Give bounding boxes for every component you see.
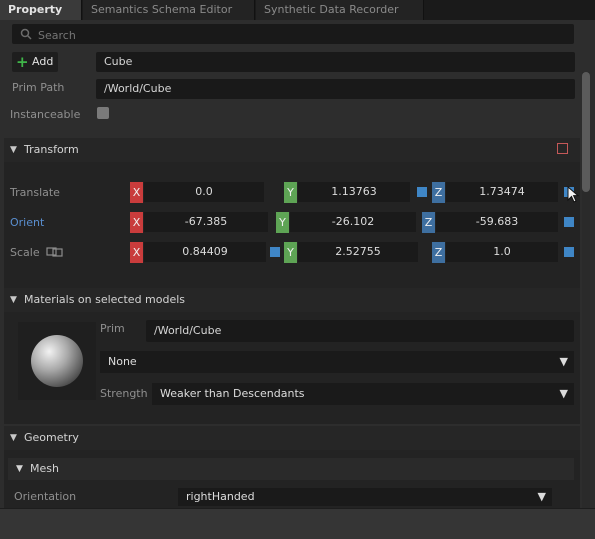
- geometry-section-header[interactable]: ▼ Geometry: [4, 426, 580, 450]
- prim-name-field[interactable]: Cube: [96, 52, 575, 72]
- scale-x-field[interactable]: 0.84409: [144, 242, 266, 262]
- plus-icon: +: [16, 53, 29, 71]
- dropdown-arrow-icon: ▼: [537, 490, 546, 503]
- translate-x-axis-label: X: [130, 182, 143, 203]
- materials-section-header[interactable]: ▼ Materials on selected models: [4, 288, 580, 312]
- translate-y-field[interactable]: 1.13763: [298, 182, 410, 202]
- material-select-value: None: [108, 355, 137, 368]
- property-panel: + Add Cube Prim Path /World/Cube Instanc…: [0, 20, 595, 538]
- search-box[interactable]: [12, 24, 574, 46]
- add-button-label: Add: [32, 55, 54, 68]
- scale-x-key-icon[interactable]: [270, 247, 280, 257]
- tab-bar: Property Semantics Schema Editor Synthet…: [0, 0, 595, 20]
- transform-section: Translate X 0.0 Y 1.13763 Z 1.73474 Orie…: [4, 162, 580, 292]
- materials-title: Materials on selected models: [24, 293, 186, 306]
- scale-z-field[interactable]: 1.0: [446, 242, 558, 262]
- transform-title: Transform: [24, 143, 79, 156]
- orientation-select[interactable]: rightHanded ▼: [178, 488, 552, 506]
- translate-z-field[interactable]: 1.73474: [446, 182, 558, 202]
- geometry-title: Geometry: [24, 431, 79, 444]
- scrollbar-thumb[interactable]: [582, 72, 590, 192]
- transform-section-header[interactable]: ▼ Transform: [4, 138, 580, 162]
- translate-label: Translate: [10, 186, 60, 199]
- strength-select[interactable]: Weaker than Descendants ▼: [152, 383, 574, 405]
- strength-label: Strength: [100, 387, 148, 400]
- orient-y-axis-label: Y: [276, 212, 289, 233]
- search-input[interactable]: [36, 24, 560, 46]
- prim-path-label: Prim Path: [12, 81, 65, 94]
- translate-x-field[interactable]: 0.0: [144, 182, 264, 202]
- collapse-arrow-icon: ▼: [10, 433, 17, 443]
- instanceable-checkbox[interactable]: [97, 107, 109, 119]
- orient-label: Orient: [10, 216, 45, 229]
- collapse-arrow-icon: ▼: [10, 145, 17, 155]
- geometry-section: ▼ Mesh Orientation rightHanded ▼: [4, 450, 580, 508]
- material-select[interactable]: None ▼: [100, 351, 574, 373]
- tab-semantics-schema-editor[interactable]: Semantics Schema Editor: [83, 0, 255, 20]
- collapse-arrow-icon: ▼: [10, 295, 17, 305]
- material-prim-label: Prim: [100, 322, 125, 335]
- dropdown-arrow-icon: ▼: [559, 387, 568, 400]
- orientation-select-value: rightHanded: [186, 490, 255, 503]
- material-sphere-icon: [31, 335, 83, 387]
- orient-key-icon[interactable]: [564, 217, 574, 227]
- translate-y-key-icon[interactable]: [417, 187, 427, 197]
- orientation-label: Orientation: [14, 490, 77, 503]
- dropdown-arrow-icon: ▼: [559, 355, 568, 368]
- material-preview-thumbnail: [18, 322, 96, 400]
- tab-synthetic-data-recorder[interactable]: Synthetic Data Recorder: [256, 0, 424, 20]
- prim-path-field[interactable]: /World/Cube: [96, 79, 575, 99]
- orient-z-field[interactable]: -59.683: [436, 212, 558, 232]
- material-prim-field[interactable]: /World/Cube: [146, 320, 574, 342]
- add-button[interactable]: + Add: [12, 52, 58, 72]
- scale-y-field[interactable]: 2.52755: [298, 242, 418, 262]
- scale-label: Scale: [10, 246, 40, 259]
- translate-y-axis-label: Y: [284, 182, 297, 203]
- mesh-subsection-header[interactable]: ▼ Mesh: [8, 458, 574, 480]
- bottom-bar: [0, 508, 595, 539]
- mesh-title: Mesh: [30, 462, 59, 475]
- orient-z-axis-label: Z: [422, 212, 435, 233]
- scale-y-axis-label: Y: [284, 242, 297, 263]
- scale-x-axis-label: X: [130, 242, 143, 263]
- search-icon: [20, 28, 32, 40]
- orient-x-axis-label: X: [130, 212, 143, 233]
- strength-select-value: Weaker than Descendants: [160, 387, 305, 400]
- translate-z-axis-label: Z: [432, 182, 445, 203]
- link-icon[interactable]: [46, 247, 64, 257]
- scale-z-key-icon[interactable]: [564, 247, 574, 257]
- orient-y-field[interactable]: -26.102: [290, 212, 416, 232]
- mouse-cursor-icon: [567, 186, 580, 203]
- collapse-arrow-icon: ▼: [16, 464, 23, 474]
- instanceable-label: Instanceable: [10, 108, 81, 121]
- materials-section: Prim /World/Cube None ▼ Strength Weaker …: [4, 312, 580, 424]
- scale-z-axis-label: Z: [432, 242, 445, 263]
- transform-menu-icon[interactable]: [557, 143, 568, 154]
- orient-x-field[interactable]: -67.385: [144, 212, 268, 232]
- tab-property[interactable]: Property: [0, 0, 82, 20]
